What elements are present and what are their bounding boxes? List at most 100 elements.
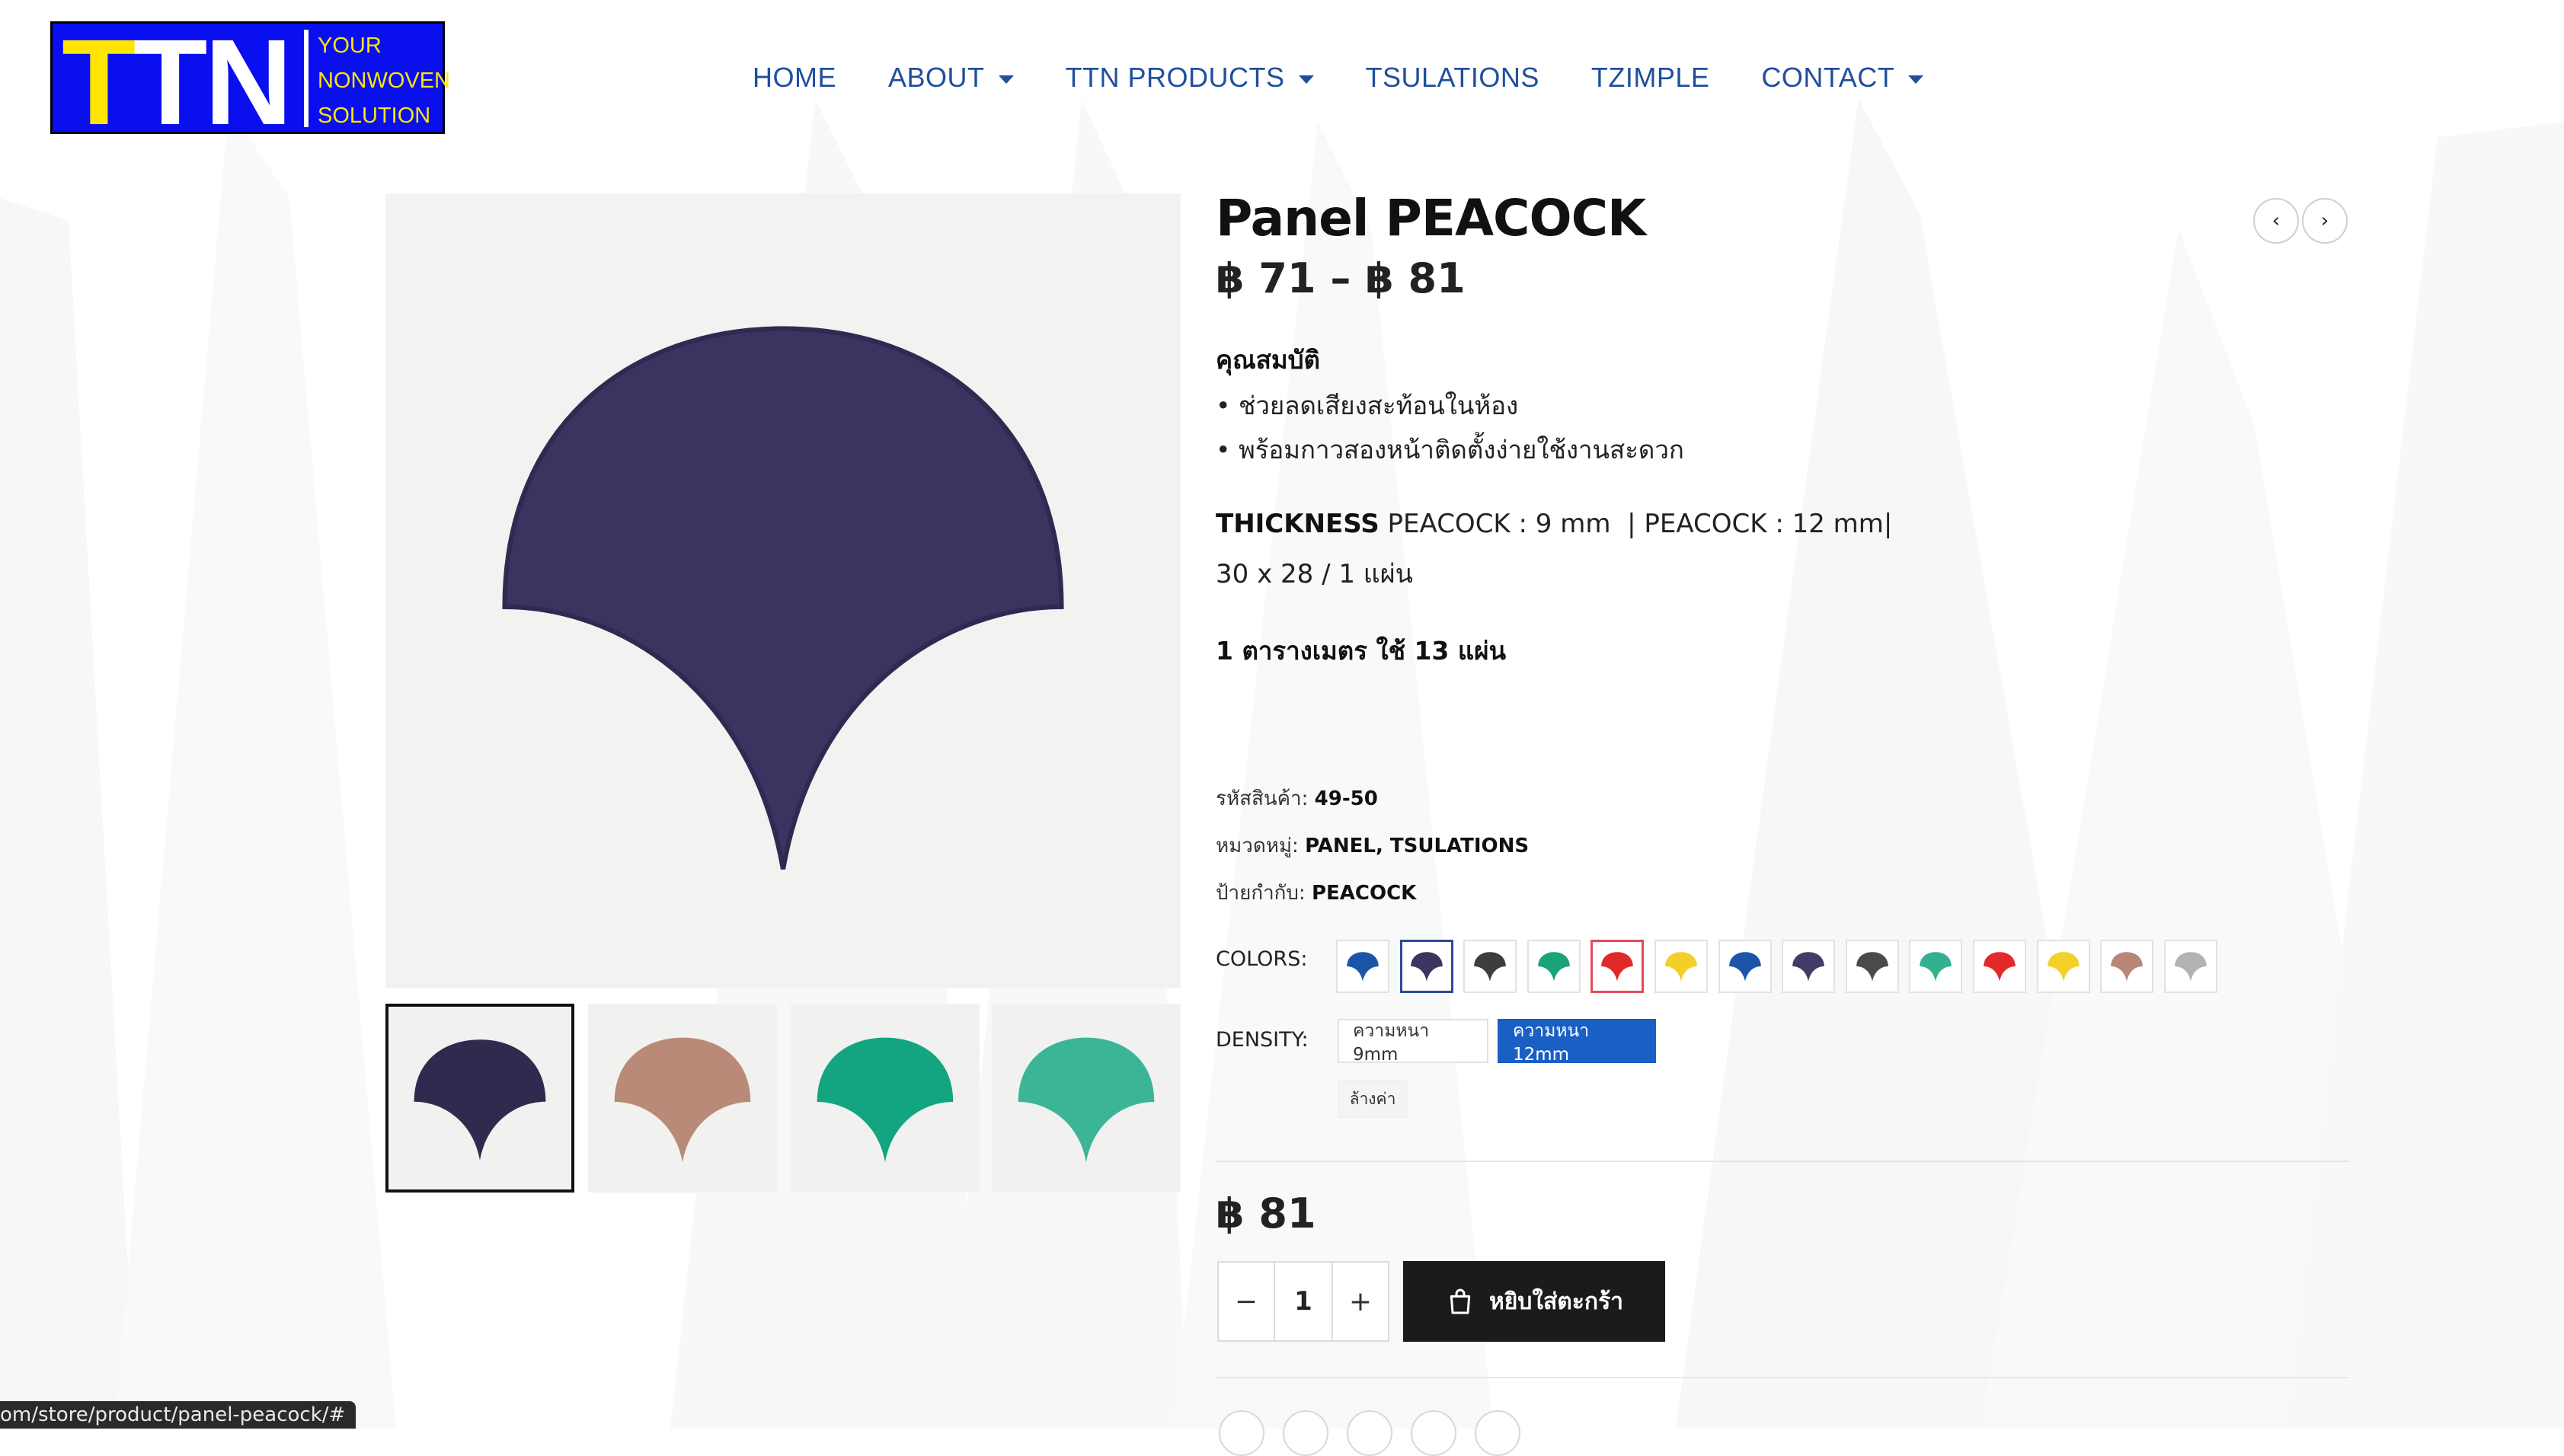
thumbnail-image [1018, 1037, 1155, 1163]
price-range: ฿ 71 – ฿ 81 [1216, 254, 1466, 302]
quantity-increase-button[interactable]: + [1332, 1263, 1388, 1340]
colors-label: COLORS: [1216, 947, 1308, 971]
product-title: Panel PEACOCK [1216, 189, 1646, 247]
color-swatch-blue[interactable] [1718, 940, 1772, 993]
share-icon[interactable] [1411, 1410, 1456, 1456]
density-option-9mm[interactable]: ความหนา 9mm [1338, 1019, 1488, 1065]
nav-label: ABOUT [888, 62, 985, 93]
gallery-thumbnail[interactable] [588, 1004, 777, 1193]
nav-home[interactable]: HOME [753, 62, 836, 94]
divider [1216, 1377, 2349, 1378]
swatch-fan-icon [1729, 952, 1761, 982]
nav-contact[interactable]: CONTACT [1761, 62, 1924, 94]
swatch-fan-icon [1601, 952, 1633, 982]
sku-value: 49-50 [1314, 787, 1378, 810]
nav-about[interactable]: ABOUT [888, 62, 1014, 94]
thumbnail-image [817, 1037, 954, 1163]
nav-tzimple[interactable]: TZIMPLE [1591, 62, 1710, 94]
thumbnail-image [414, 1039, 546, 1161]
thickness-label: THICKNESS [1216, 509, 1380, 539]
thumbnail-image [614, 1037, 751, 1163]
peacock-panel-image [502, 326, 1064, 870]
quantity-stepper: − 1 + [1217, 1261, 1389, 1342]
color-swatch-light-grey[interactable] [2164, 940, 2217, 993]
color-swatch-teal[interactable] [1909, 940, 1962, 993]
ttn-logo[interactable]: TTN YOUR NONWOVEN SOLUTION [50, 21, 450, 143]
swatch-fan-icon [1920, 952, 1952, 982]
thickness-value: PEACOCK : 9 mm | PEACOCK : 12 mm| [1379, 509, 1893, 539]
color-swatch-yellow[interactable] [2037, 940, 2090, 993]
caret-down-icon [998, 75, 1014, 84]
chevron-left-icon: ‹ [2271, 209, 2281, 232]
nav-tsulations[interactable]: TSULATIONS [1366, 62, 1539, 94]
logo-mark: TTN [62, 14, 293, 150]
sku-label: รหัสสินค้า: [1216, 787, 1315, 810]
caret-down-icon [1908, 75, 1924, 84]
color-swatch-blue[interactable] [1336, 940, 1389, 993]
color-swatch-tan[interactable] [2100, 940, 2153, 993]
peacock-panel-shape [502, 326, 1064, 870]
logo-tagline: YOUR NONWOVEN SOLUTION [318, 28, 450, 133]
coverage-note: 1 ตารางเมตร ใช้ 13 แผ่น [1216, 636, 1507, 666]
sku-line: รหัสสินค้า: 49-50 [1216, 783, 1378, 814]
product-main-image[interactable] [385, 193, 1181, 988]
nav-label: TTN PRODUCTS [1065, 62, 1285, 93]
next-product-button[interactable]: › [2302, 198, 2348, 244]
properties-heading: คุณสมบัติ [1216, 345, 1320, 375]
color-swatch-green[interactable] [1527, 940, 1581, 993]
swatch-fan-icon [1665, 952, 1697, 982]
category-label: หมวดหมู่: [1216, 835, 1306, 857]
tag-link[interactable]: PEACOCK [1312, 882, 1416, 905]
share-icon[interactable] [1475, 1410, 1520, 1456]
gallery-thumbnail[interactable] [992, 1004, 1181, 1193]
divider [1216, 1161, 2349, 1162]
gallery-thumbnail[interactable] [385, 1004, 574, 1193]
dimensions: 30 x 28 / 1 แผ่น [1216, 559, 1413, 589]
category-line: หมวดหมู่: PANEL, TSULATIONS [1216, 830, 1529, 861]
color-swatch-yellow[interactable] [1654, 940, 1708, 993]
nav-label: TSULATIONS [1365, 62, 1539, 93]
prev-product-button[interactable]: ‹ [2253, 198, 2299, 244]
add-to-cart-label: หยิบใส่ตะกร้า [1488, 1288, 1624, 1315]
share-icon[interactable] [1219, 1410, 1264, 1456]
logo-divider [304, 30, 309, 127]
tag-line: ป้ายกำกับ: PEACOCK [1216, 877, 1416, 908]
color-swatch-red[interactable] [1973, 940, 2026, 993]
color-swatch-navy[interactable] [1782, 940, 1835, 993]
swatch-fan-icon [1474, 952, 1506, 982]
swatch-fan-icon [1538, 952, 1570, 982]
density-option-12mm[interactable]: ความหนา 12mm [1498, 1019, 1656, 1065]
swatch-fan-icon [1411, 952, 1443, 982]
density-label: DENSITY: [1216, 1028, 1309, 1052]
gallery-thumbnail[interactable] [791, 1004, 980, 1193]
color-swatch-charcoal[interactable] [1463, 940, 1517, 993]
swatch-fan-icon [1984, 952, 2016, 982]
logo-tagline-line: YOUR [318, 34, 382, 58]
tag-label: ป้ายกำกับ: [1216, 882, 1312, 905]
current-price: ฿ 81 [1216, 1189, 1316, 1237]
logo-tagline-line: SOLUTION [318, 104, 431, 128]
share-icon[interactable] [1347, 1410, 1392, 1456]
chevron-right-icon: › [2320, 209, 2329, 232]
nav-label: HOME [753, 62, 836, 93]
swatch-fan-icon [2048, 952, 2080, 982]
shopping-bag-icon [1450, 1288, 1471, 1314]
nav-label: CONTACT [1761, 62, 1895, 93]
quantity-input[interactable]: 1 [1275, 1263, 1332, 1340]
quantity-decrease-button[interactable]: − [1219, 1263, 1275, 1340]
caret-down-icon [1298, 75, 1314, 84]
share-icon[interactable] [1283, 1410, 1328, 1456]
color-swatch-charcoal[interactable] [1846, 940, 1899, 993]
swatch-fan-icon [1792, 952, 1824, 982]
nav-ttn-products[interactable]: TTN PRODUCTS [1066, 62, 1314, 94]
property-item: • พร้อมกาวสองหน้าติดตั้งง่ายใช้งานสะดวก [1216, 435, 1684, 465]
thickness-info: THICKNESS PEACOCK : 9 mm | PEACOCK : 12 … [1216, 509, 1892, 539]
category-links[interactable]: PANEL, TSULATIONS [1305, 835, 1529, 857]
color-swatch-red[interactable] [1591, 940, 1644, 993]
swatch-fan-icon [1856, 952, 1888, 982]
color-swatch-navy[interactable] [1400, 940, 1453, 993]
logo-tagline-line: NONWOVEN [318, 69, 450, 93]
add-to-cart-button[interactable]: หยิบใส่ตะกร้า [1403, 1261, 1665, 1342]
clear-selection-button[interactable]: ล้างค่า [1338, 1080, 1408, 1118]
swatch-fan-icon [1347, 952, 1379, 982]
